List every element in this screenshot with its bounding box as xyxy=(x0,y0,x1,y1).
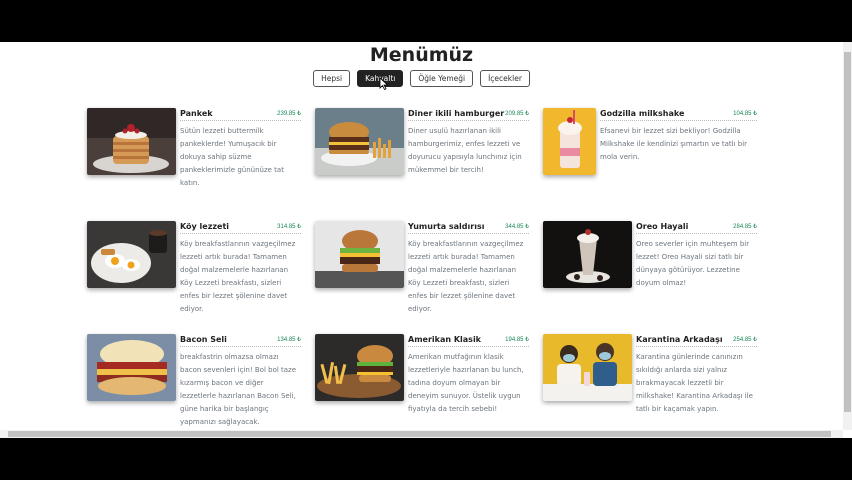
item-price: 194.85 ₺ xyxy=(505,336,529,343)
item-description: breakfastrin olmazsa olmazı bacon sevenl… xyxy=(180,353,297,426)
menu-item-card[interactable]: Köy lezzeti 314.85 ₺ Köy breakfastlarını… xyxy=(87,221,301,324)
burger-fries-image xyxy=(315,334,404,401)
oreo-shake-image xyxy=(543,221,632,288)
browser-viewport: Menümüz Hepsi Kahvaltı Öğle Yemeği İçece… xyxy=(0,42,852,438)
menu-item-card[interactable]: Amerikan Klasik 194.85 ₺ Amerikan mutfağ… xyxy=(315,334,529,437)
item-price: 104.85 ₺ xyxy=(733,110,757,117)
item-description: Köy breakfastlarının vazgeçilmez lezzeti… xyxy=(408,240,524,313)
filter-lunch-button[interactable]: Öğle Yemeği xyxy=(410,70,474,87)
item-description: Amerikan mutfağının klasik lezzetleriyle… xyxy=(408,353,524,413)
menu-grid: Pankek 239.85 ₺ Sütün lezzeti buttermilk… xyxy=(87,108,757,437)
item-description: Sütün lezzeti buttermilk pankeklerde! Yu… xyxy=(180,127,284,187)
item-name: Bacon Seli xyxy=(180,334,227,344)
horizontal-scrollbar[interactable] xyxy=(0,430,843,438)
item-name: Godzilla milkshake xyxy=(600,108,685,118)
page-title: Menümüz xyxy=(369,44,474,66)
pancake-image xyxy=(87,108,176,175)
breakfast-image xyxy=(87,221,176,288)
menu-item-card[interactable]: Pankek 239.85 ₺ Sütün lezzeti buttermilk… xyxy=(87,108,301,211)
mouse-cursor-icon xyxy=(379,78,389,90)
couple-milkshake-image xyxy=(543,334,632,401)
menu-item-card[interactable]: Yumurta saldırısı 344.85 ₺ Köy breakfast… xyxy=(315,221,529,324)
egg-burger-image xyxy=(315,221,404,288)
item-price: 344.85 ₺ xyxy=(505,223,529,230)
menu-item-card[interactable]: Godzilla milkshake 104.85 ₺ Efsanevi bir… xyxy=(543,108,757,211)
menu-item-card[interactable]: Karantina Arkadaşı 254.85 ₺ Karantina gü… xyxy=(543,334,757,437)
filter-all-button[interactable]: Hepsi xyxy=(313,70,351,87)
milkshake-image xyxy=(543,108,596,175)
item-price: 254.85 ₺ xyxy=(733,336,757,343)
item-description: Diner usulü hazırlanan ikili hamburgerim… xyxy=(408,127,522,174)
filter-drinks-button[interactable]: İçecekler xyxy=(480,70,530,87)
item-name: Oreo Hayali xyxy=(636,221,689,231)
item-name: Diner ikili hamburger xyxy=(408,108,505,118)
category-filter-bar: Hepsi Kahvaltı Öğle Yemeği İçecekler xyxy=(0,70,843,87)
item-price: 239.85 ₺ xyxy=(277,110,301,117)
item-name: Yumurta saldırısı xyxy=(408,221,485,231)
item-description: Efsanevi bir lezzet sizi bekliyor! Godzi… xyxy=(600,127,748,161)
burger-image xyxy=(315,108,404,175)
item-price: 314.85 ₺ xyxy=(277,223,301,230)
item-name: Karantina Arkadaşı xyxy=(636,334,723,344)
item-description: Köy breakfastlarının vazgeçilmez lezzeti… xyxy=(180,240,296,313)
item-price: 209.85 ₺ xyxy=(505,110,529,117)
menu-item-card[interactable]: Bacon Seli 134.85 ₺ breakfastrin olmazsa… xyxy=(87,334,301,437)
bacon-sandwich-image xyxy=(87,334,176,401)
item-price: 134.85 ₺ xyxy=(277,336,301,343)
item-name: Köy lezzeti xyxy=(180,221,230,231)
item-name: Pankek xyxy=(180,108,213,118)
item-description: Oreo severler için muhteşem bir lezzet! … xyxy=(636,240,750,287)
menu-item-card[interactable]: Oreo Hayali 284.85 ₺ Oreo severler için … xyxy=(543,221,757,324)
item-description: Karantina günlerinde canınızın sıkıldığı… xyxy=(636,353,753,413)
item-price: 284.85 ₺ xyxy=(733,223,757,230)
item-name: Amerikan Klasik xyxy=(408,334,482,344)
vertical-scrollbar[interactable] xyxy=(843,42,852,430)
menu-item-card[interactable]: Diner ikili hamburger 209.85 ₺ Diner usu… xyxy=(315,108,529,211)
